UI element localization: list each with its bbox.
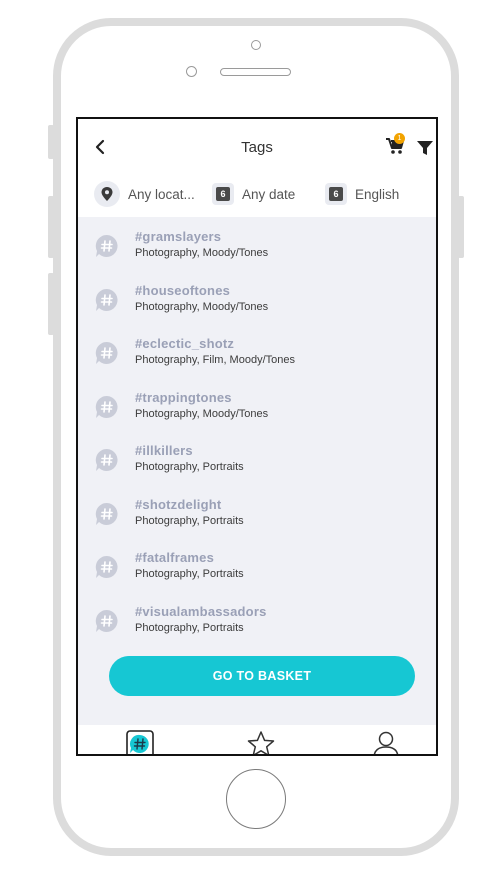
bottom-tab-bar [78, 725, 436, 754]
hashtag-bubble-icon [95, 395, 118, 418]
hashtag-bubble-icon [95, 448, 118, 471]
location-filter[interactable]: Any locat... [94, 179, 195, 209]
location-filter-label: Any locat... [128, 186, 195, 202]
tag-categories: Photography, Moody/Tones [135, 408, 269, 420]
filter-button[interactable] [416, 139, 434, 157]
tab-tags[interactable] [124, 729, 156, 754]
date-filter-label: Any date [242, 186, 296, 202]
filter-bar: Any locat... 6 Any date 6 English [78, 179, 436, 215]
hashtag-bubble-icon [95, 609, 118, 632]
tag-categories: Photography, Portraits [135, 461, 244, 473]
tag-categories: Photography, Portraits [135, 622, 244, 634]
hashtag-tab-icon [126, 730, 154, 754]
header-bar: Tags 1 [78, 119, 436, 175]
hashtag-bubble-icon [95, 555, 118, 578]
tag-categories: Photography, Moody/Tones [135, 301, 269, 313]
mute-switch [48, 125, 54, 159]
filter-icon [417, 141, 433, 155]
language-filter-label: English [355, 186, 400, 202]
tag-name: #visualambassadors [135, 604, 267, 619]
tag-name: #gramslayers [135, 229, 222, 244]
user-icon [373, 731, 399, 754]
tag-name: #fatalframes [135, 550, 214, 565]
tag-list-item[interactable]: #fatalframes Photography, Portraits [78, 538, 436, 591]
location-pin-icon [94, 181, 120, 207]
tag-name: #eclectic_shotz [135, 336, 235, 351]
calendar-icon: 6 [212, 183, 234, 205]
hashtag-bubble-icon [95, 502, 118, 525]
go-to-basket-button[interactable]: GO TO BASKET [109, 656, 415, 696]
tab-favorites[interactable] [245, 729, 277, 754]
page-title: Tags [241, 139, 273, 156]
tab-profile[interactable] [370, 729, 402, 754]
volume-up-button [48, 196, 54, 258]
tag-categories: Photography, Moody/Tones [135, 247, 269, 259]
front-camera [186, 66, 197, 77]
tag-name: #shotzdelight [135, 497, 222, 512]
hashtag-bubble-icon [95, 288, 118, 311]
cart-badge: 1 [394, 133, 405, 144]
app-screen: Tags 1 Any locat... 6 Any date 6 English… [76, 117, 438, 756]
tag-list-item[interactable]: #trappingtones Photography, Moody/Tones [78, 378, 436, 431]
tag-list-item[interactable]: #shotzdelight Photography, Portraits [78, 485, 436, 538]
tag-categories: Photography, Portraits [135, 568, 244, 580]
tag-list-item[interactable]: #gramslayers Photography, Moody/Tones [78, 217, 436, 270]
power-button [458, 196, 464, 258]
date-filter[interactable]: 6 Any date [212, 179, 295, 209]
home-button[interactable] [226, 769, 286, 829]
language-filter[interactable]: 6 English [325, 179, 399, 209]
calendar-icon: 6 [325, 183, 347, 205]
tag-list-item[interactable]: #houseoftones Photography, Moody/Tones [78, 271, 436, 324]
hashtag-bubble-icon [95, 341, 118, 364]
tag-list-item[interactable]: #illkillers Photography, Portraits [78, 431, 436, 484]
earpiece-speaker [220, 68, 291, 76]
tag-name: #trappingtones [135, 390, 232, 405]
hashtag-bubble-icon [95, 234, 118, 257]
star-icon [247, 731, 275, 754]
sensor-dot [251, 40, 261, 50]
tag-list: #gramslayers Photography, Moody/Tones #h… [78, 217, 436, 725]
tag-list-item[interactable]: #visualambassadors Photography, Portrait… [78, 592, 436, 645]
tag-name: #houseoftones [135, 283, 231, 298]
tag-categories: Photography, Film, Moody/Tones [135, 354, 295, 366]
volume-down-button [48, 273, 54, 335]
tag-categories: Photography, Portraits [135, 515, 244, 527]
tag-list-item[interactable]: #eclectic_shotz Photography, Film, Moody… [78, 324, 436, 377]
tag-name: #illkillers [135, 443, 193, 458]
